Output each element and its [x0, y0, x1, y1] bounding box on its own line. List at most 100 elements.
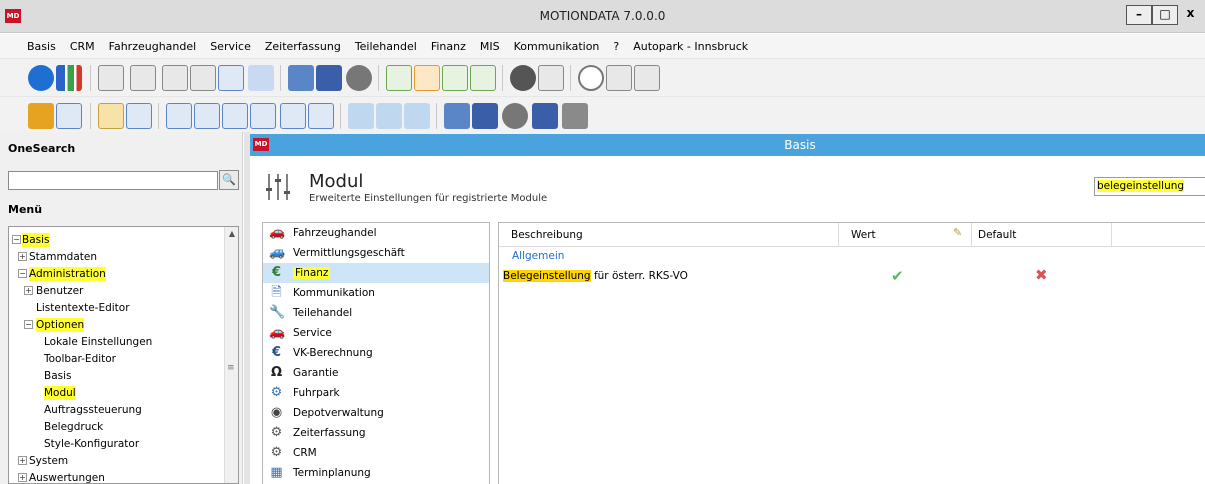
maximize-button[interactable]: □: [1152, 5, 1178, 25]
tree-item-optionen[interactable]: Optionen: [36, 318, 85, 332]
tree-item-belegdruck[interactable]: Belegdruck: [44, 420, 103, 434]
tree-item-listentexte-editor[interactable]: Listentexte-Editor: [36, 301, 130, 315]
module-item-depotverwaltung[interactable]: ◉ Depotverwaltung: [263, 403, 489, 423]
sheet-gear-icon[interactable]: [470, 65, 496, 91]
menu-help[interactable]: ?: [613, 40, 619, 53]
money-icon[interactable]: [414, 65, 440, 91]
menu-teilehandel[interactable]: Teilehandel: [355, 40, 417, 53]
menu-finanz[interactable]: Finanz: [431, 40, 466, 53]
sheet-add-icon[interactable]: [386, 65, 412, 91]
chart-icon[interactable]: [56, 65, 82, 91]
tree-item-auswertungen[interactable]: Auswertungen: [29, 471, 105, 483]
module-item-fahrzeughandel[interactable]: 🚗 Fahrzeughandel: [263, 223, 489, 243]
line-chart-icon[interactable]: [218, 65, 244, 91]
binoculars-icon[interactable]: 🔍: [219, 170, 239, 190]
module-item-service[interactable]: 🚗 Service: [263, 323, 489, 343]
tree-item-benutzer[interactable]: Benutzer: [36, 284, 83, 298]
help-icon[interactable]: [28, 65, 54, 91]
tree-item-lokale-einstellungen[interactable]: Lokale Einstellungen: [44, 335, 152, 349]
users-icon[interactable]: [404, 103, 430, 129]
calendar-icon[interactable]: [126, 103, 152, 129]
menu-fahrzeughandel[interactable]: Fahrzeughandel: [109, 40, 197, 53]
close-button[interactable]: x: [1178, 5, 1203, 25]
tree-item-toolbar-editor[interactable]: Toolbar-Editor: [44, 352, 116, 366]
menu-kommunikation[interactable]: Kommunikation: [514, 40, 600, 53]
user-search-icon[interactable]: [376, 103, 402, 129]
menu-zeiterfassung[interactable]: Zeiterfassung: [265, 40, 341, 53]
tire-document-icon[interactable]: [538, 65, 564, 91]
column-header-beschreibung[interactable]: Beschreibung: [499, 223, 839, 247]
gear-icon: ⚙: [270, 425, 283, 440]
sheet-edit-icon[interactable]: [250, 103, 276, 129]
expand-toggle[interactable]: +: [18, 252, 27, 261]
column-header-default[interactable]: Default: [972, 223, 1112, 247]
tire-icon[interactable]: [510, 65, 536, 91]
menu-crm[interactable]: CRM: [70, 40, 95, 53]
document-add-icon[interactable]: [98, 65, 124, 91]
setting-row-description[interactable]: Belegeinstellung für österr. RKS-VO: [503, 270, 688, 282]
tree-item-auftragssteuerung[interactable]: Auftragssteuerung: [44, 403, 142, 417]
user-sheet-icon[interactable]: [348, 103, 374, 129]
clock-icon[interactable]: [578, 65, 604, 91]
menu-autopark[interactable]: Autopark - Innsbruck: [633, 40, 748, 53]
module-item-garantie[interactable]: Ω Garantie: [263, 363, 489, 383]
expand-toggle[interactable]: +: [18, 473, 27, 482]
expand-toggle[interactable]: +: [24, 286, 33, 295]
tree-item-system[interactable]: System: [29, 454, 68, 468]
menu-mis[interactable]: MIS: [480, 40, 500, 53]
key-document-icon[interactable]: [98, 103, 124, 129]
menu-basis[interactable]: Basis: [27, 40, 56, 53]
tree-scrollbar[interactable]: ▲ ≡: [224, 227, 238, 483]
module-item-finanz[interactable]: € Finanz: [263, 263, 489, 283]
module-item-crm[interactable]: ⚙ CRM: [263, 443, 489, 463]
user-group-icon[interactable]: [248, 65, 274, 91]
gear-icon[interactable]: [502, 103, 528, 129]
module-item-zeiterfassung[interactable]: ⚙ Zeiterfassung: [263, 423, 489, 443]
tree-item-stammdaten[interactable]: Stammdaten: [29, 250, 97, 264]
menu-service[interactable]: Service: [210, 40, 251, 53]
tree-item-administration[interactable]: Administration: [29, 267, 106, 281]
tree-item-basis[interactable]: Basis: [22, 233, 50, 247]
expand-toggle[interactable]: −: [24, 320, 33, 329]
module-item-vk-berechnung[interactable]: € VK-Berechnung: [263, 343, 489, 363]
group-header-allgemein[interactable]: Allgemein: [512, 250, 564, 262]
car-icon[interactable]: [472, 103, 498, 129]
onesearch-input[interactable]: [8, 171, 218, 190]
customer-icon[interactable]: [288, 65, 314, 91]
tree-item-style-konfigurator[interactable]: Style-Konfigurator: [44, 437, 139, 451]
tree-item-modul[interactable]: Modul: [44, 386, 76, 400]
truck-icon[interactable]: [532, 103, 558, 129]
tree-item-basis-option[interactable]: Basis: [44, 369, 72, 383]
module-item-fuhrpark[interactable]: ⚙ Fuhrpark: [263, 383, 489, 403]
module-item-kommunikation[interactable]: 🗎 Kommunikation: [263, 283, 489, 303]
tools-icon[interactable]: [562, 103, 588, 129]
check-icon[interactable]: ✔: [891, 267, 904, 285]
expand-toggle[interactable]: +: [18, 456, 27, 465]
sheet-list-icon[interactable]: [222, 103, 248, 129]
scroll-grip-icon[interactable]: ≡: [227, 363, 235, 373]
document-key-icon[interactable]: [56, 103, 82, 129]
gears-icon[interactable]: [346, 65, 372, 91]
scroll-up-icon[interactable]: ▲: [227, 229, 237, 239]
sheet-chart-icon[interactable]: [442, 65, 468, 91]
module-item-teilehandel[interactable]: 🔧 Teilehandel: [263, 303, 489, 323]
table-red-icon[interactable]: [194, 103, 220, 129]
vehicle-icon[interactable]: [316, 65, 342, 91]
time-sheet-icon[interactable]: [634, 65, 660, 91]
module-item-terminplanung[interactable]: ▦ Terminplanung: [263, 463, 489, 483]
time-document-icon[interactable]: [606, 65, 632, 91]
percent-sheet-icon[interactable]: [280, 103, 306, 129]
module-item-vermittlungsgeschaeft[interactable]: 🚙 Vermittlungsgeschäft: [263, 243, 489, 263]
document-edit-icon[interactable]: [190, 65, 216, 91]
expand-toggle[interactable]: −: [12, 235, 21, 244]
document-search-icon[interactable]: [162, 65, 188, 91]
expand-toggle[interactable]: −: [18, 269, 27, 278]
customer-add-icon[interactable]: [444, 103, 470, 129]
document-icon[interactable]: [130, 65, 156, 91]
download-sheet-icon[interactable]: [308, 103, 334, 129]
euro-icon: €: [271, 265, 282, 280]
key-add-icon[interactable]: [28, 103, 54, 129]
table-icon[interactable]: [166, 103, 192, 129]
settings-search-input[interactable]: belegeinstellung: [1094, 177, 1205, 196]
minimize-button[interactable]: –: [1126, 5, 1152, 25]
